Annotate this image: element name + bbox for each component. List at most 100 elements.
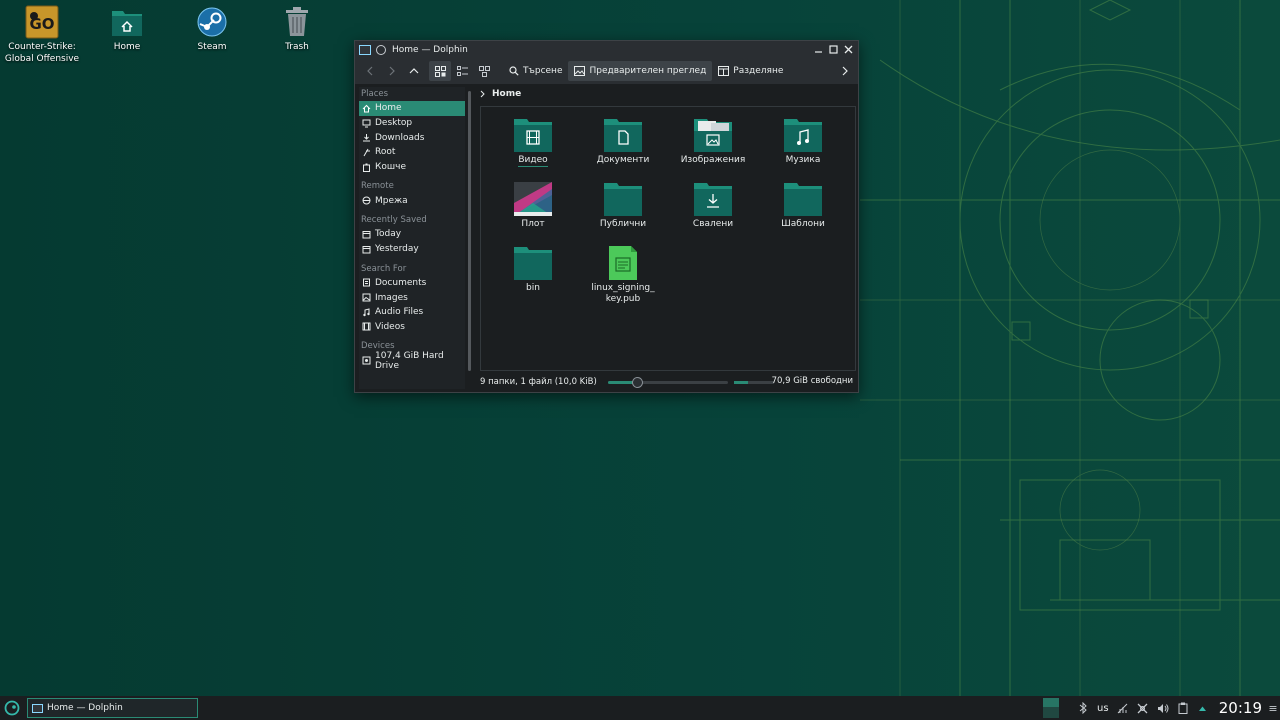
split-button[interactable]: Разделяне [712, 61, 789, 81]
download-icon [362, 133, 371, 142]
file-item-public[interactable]: Публични [580, 181, 666, 230]
desktop-folder-icon [514, 182, 552, 216]
application-launcher-button[interactable] [0, 696, 24, 720]
show-hidden-icons-button[interactable] [1193, 696, 1213, 720]
file-label: Свалени [692, 219, 734, 229]
free-space-bar [734, 381, 774, 384]
places-item-today[interactable]: Today [359, 227, 465, 242]
close-button[interactable] [841, 42, 856, 57]
calendar-icon [362, 230, 371, 239]
split-view-icon [718, 66, 730, 76]
image-preview-icon [574, 66, 586, 76]
audio-icon [362, 308, 371, 317]
details-view-icon [478, 65, 490, 77]
pin-icon[interactable] [376, 44, 386, 55]
places-item-hard-drive[interactable]: 107,4 GiB Hard Drive [359, 351, 465, 371]
zoom-slider-handle[interactable] [632, 377, 643, 388]
calendar-icon [362, 245, 371, 254]
virtual-desktop-pager[interactable] [1042, 698, 1059, 718]
places-item-downloads[interactable]: Downloads [359, 130, 465, 145]
chevron-right-icon [842, 66, 848, 76]
dolphin-window[interactable]: Home — Dolphin Търсене Предварителен пре… [354, 40, 859, 393]
task-label: Home — Dolphin [47, 703, 123, 713]
places-item-yesterday[interactable]: Yesterday [359, 242, 465, 257]
digital-clock[interactable]: 20:19 [1213, 699, 1266, 717]
zoom-slider[interactable] [608, 377, 728, 388]
file-label: Публични [599, 219, 647, 229]
places-item-label: Desktop [375, 118, 413, 129]
split-label: Разделяне [733, 66, 784, 76]
network-connection-icon[interactable] [1113, 696, 1133, 720]
places-item-documents[interactable]: Documents [359, 276, 465, 291]
places-section-header: Search For [361, 263, 407, 274]
places-item-videos[interactable]: Videos [359, 320, 465, 335]
desktop-icon-home[interactable]: Home [84, 4, 170, 54]
places-item-desktop[interactable]: Desktop [359, 116, 465, 131]
file-label: Изображения [680, 155, 746, 165]
forward-arrow-icon [389, 66, 395, 76]
places-item-trash[interactable]: Кошче [359, 160, 465, 175]
keyboard-layout-indicator[interactable]: us [1093, 703, 1113, 714]
places-item-home[interactable]: Home [359, 101, 465, 116]
places-item-label: Home [375, 103, 402, 114]
places-item-label: Audio Files [375, 307, 424, 318]
steam-icon [194, 4, 230, 40]
compact-view-icon [456, 65, 468, 76]
places-item-audio[interactable]: Audio Files [359, 305, 465, 320]
places-item-images[interactable]: Images [359, 290, 465, 305]
file-item-downloads[interactable]: Свалени [670, 181, 756, 230]
breadcrumb-home[interactable]: Home [492, 89, 521, 99]
places-section-header: Recently Saved [361, 215, 427, 226]
file-label: Музика [785, 155, 821, 165]
search-icon [509, 66, 519, 76]
maximize-button[interactable] [826, 42, 841, 57]
places-panel: Places Home Desktop Downloads Root Кошче… [359, 87, 465, 389]
more-toolbar-button[interactable] [834, 61, 856, 81]
file-item-key[interactable]: linux_signing_ key.pub [580, 245, 666, 305]
desktop-icon-trash[interactable]: Trash [254, 4, 340, 54]
breadcrumb[interactable]: Home [480, 87, 521, 101]
icons-view-button[interactable] [429, 61, 451, 81]
search-button[interactable]: Търсене [503, 61, 568, 81]
places-item-root[interactable]: Root [359, 145, 465, 160]
places-item-label: Today [375, 229, 402, 240]
places-item-network[interactable]: Мрежа [359, 193, 465, 208]
music-folder-icon [784, 119, 822, 152]
clipboard-icon[interactable] [1173, 696, 1193, 720]
places-scrollbar[interactable] [468, 91, 471, 371]
file-label: Видео [518, 155, 548, 167]
file-item-video[interactable]: Видео [490, 117, 576, 167]
file-item-music[interactable]: Музика [760, 117, 846, 166]
panel-menu-icon[interactable]: ≡ [1266, 702, 1280, 715]
desktop-icon-csgo[interactable]: GO Counter-Strike: Global Offensive [0, 4, 85, 65]
details-view-button[interactable] [473, 61, 495, 81]
image-icon [362, 293, 371, 302]
desktop-icon-steam[interactable]: Steam [169, 4, 255, 54]
home-folder-icon [109, 4, 145, 40]
file-item-pictures[interactable]: Изображения [670, 117, 756, 166]
places-item-label: Root [375, 147, 396, 158]
templates-folder-icon [784, 183, 822, 216]
file-view[interactable]: Видео Документи Изображения Музика Плот … [480, 106, 856, 371]
file-item-desktop[interactable]: Плот [490, 181, 576, 230]
file-item-documents[interactable]: Документи [580, 117, 666, 166]
downloads-folder-icon [694, 183, 732, 216]
compact-view-button[interactable] [451, 61, 473, 81]
tools-icon[interactable] [1133, 696, 1153, 720]
network-icon [362, 196, 371, 205]
up-button[interactable] [403, 61, 425, 81]
taskbar: Home — Dolphin us 20:19 ≡ [0, 696, 1280, 720]
forward-button[interactable] [381, 61, 403, 81]
window-titlebar[interactable]: Home — Dolphin [355, 41, 858, 58]
file-item-bin[interactable]: bin [490, 245, 576, 294]
back-button[interactable] [359, 61, 381, 81]
minimize-icon [815, 51, 822, 53]
bluetooth-icon[interactable] [1073, 696, 1093, 720]
file-item-templates[interactable]: Шаблони [760, 181, 846, 230]
places-section-header: Places [361, 89, 389, 99]
preview-button[interactable]: Предварителен преглед [568, 61, 713, 81]
search-label: Търсене [523, 66, 563, 76]
task-dolphin[interactable]: Home — Dolphin [27, 698, 198, 718]
volume-icon[interactable] [1153, 696, 1173, 720]
minimize-button[interactable] [811, 42, 826, 57]
